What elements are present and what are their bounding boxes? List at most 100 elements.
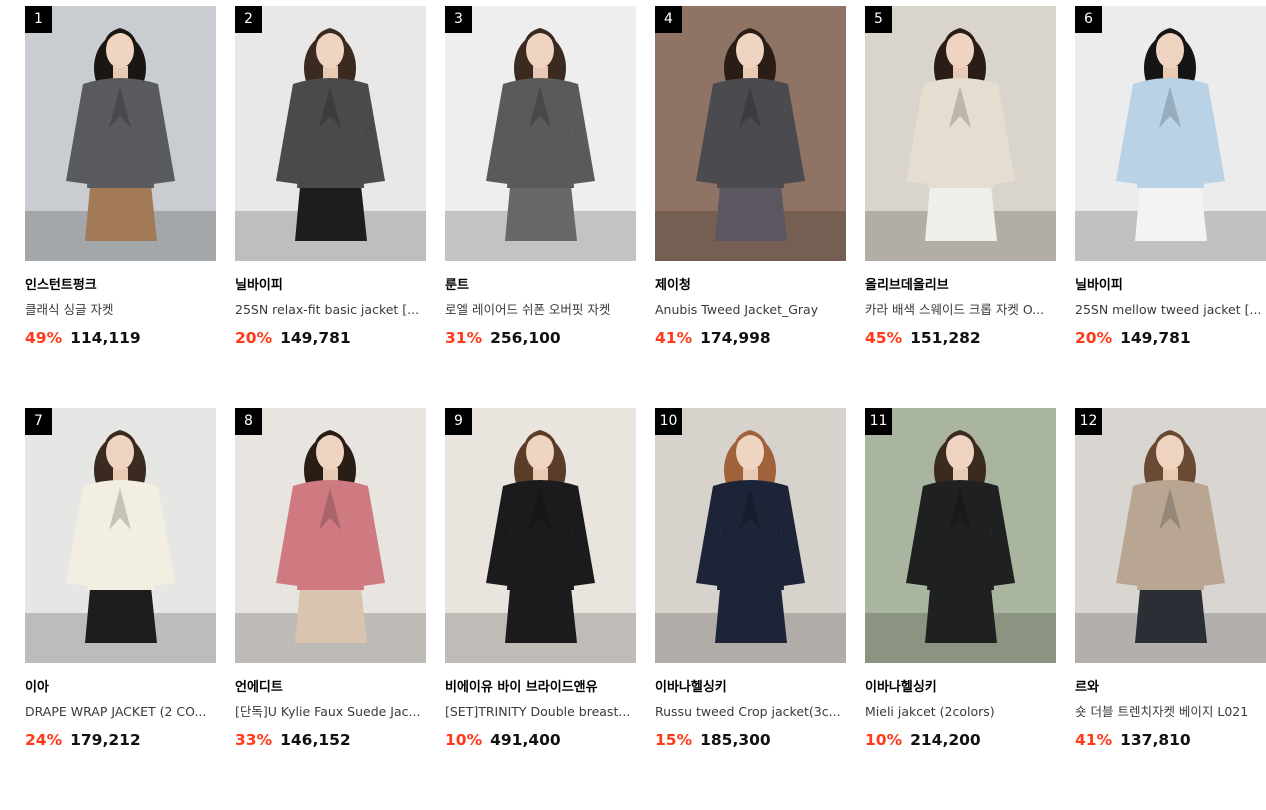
product-image[interactable]: 8	[235, 408, 426, 663]
product-image[interactable]: 12	[1075, 408, 1266, 663]
model-photo	[655, 408, 846, 663]
product-ranking-grid: 1 인스턴트펑크 클래식 싱글 자켓 49% 114,119 2 닐바이피 25…	[25, 6, 1266, 810]
product-name[interactable]: [단독]U Kylie Faux Suede Jac...	[235, 703, 426, 720]
price-row: 15% 185,300	[655, 730, 846, 750]
sale-price: 151,282	[910, 329, 981, 347]
model-photo	[1075, 6, 1266, 261]
price-row: 31% 256,100	[445, 328, 636, 348]
discount-rate: 41%	[655, 329, 693, 347]
model-photo	[445, 6, 636, 261]
product-name[interactable]: 25SN relax-fit basic jacket [...	[235, 301, 426, 318]
discount-rate: 31%	[445, 329, 483, 347]
product-name[interactable]: 클래식 싱글 자켓	[25, 301, 216, 318]
price-row: 45% 151,282	[865, 328, 1056, 348]
sale-price: 256,100	[490, 329, 561, 347]
brand-name[interactable]: 르와	[1075, 679, 1266, 696]
brand-name[interactable]: 올리브데올리브	[865, 277, 1056, 294]
product-card-2[interactable]: 2 닐바이피 25SN relax-fit basic jacket [... …	[235, 6, 426, 408]
brand-name[interactable]: 인스턴트펑크	[25, 277, 216, 294]
model-photo	[25, 408, 216, 663]
model-photo	[235, 408, 426, 663]
brand-name[interactable]: 닐바이피	[1075, 277, 1266, 294]
product-image[interactable]: 6	[1075, 6, 1266, 261]
brand-name[interactable]: 언에디트	[235, 679, 426, 696]
product-image[interactable]: 3	[445, 6, 636, 261]
price-row: 10% 214,200	[865, 730, 1056, 750]
sale-price: 491,400	[490, 731, 561, 749]
model-photo	[445, 408, 636, 663]
discount-rate: 33%	[235, 731, 273, 749]
price-row: 24% 179,212	[25, 730, 216, 750]
product-card-10[interactable]: 10 이바나헬싱키 Russu tweed Crop jacket(3c... …	[655, 408, 846, 810]
rank-badge: 4	[655, 6, 682, 33]
brand-name[interactable]: 닐바이피	[235, 277, 426, 294]
discount-rate: 20%	[1075, 329, 1113, 347]
sale-price: 214,200	[910, 731, 981, 749]
price-row: 41% 174,998	[655, 328, 846, 348]
product-image[interactable]: 5	[865, 6, 1056, 261]
product-name[interactable]: [SET]TRINITY Double breast...	[445, 703, 636, 720]
discount-rate: 45%	[865, 329, 903, 347]
product-row-2: 7 이아 DRAPE WRAP JACKET (2 CO... 24% 179,2…	[25, 408, 1266, 810]
rank-badge: 3	[445, 6, 472, 33]
product-name[interactable]: Mieli jakcet (2colors)	[865, 703, 1056, 720]
model-photo	[655, 6, 846, 261]
sale-price: 185,300	[700, 731, 771, 749]
model-photo	[235, 6, 426, 261]
product-card-1[interactable]: 1 인스턴트펑크 클래식 싱글 자켓 49% 114,119	[25, 6, 216, 408]
product-image[interactable]: 2	[235, 6, 426, 261]
product-card-7[interactable]: 7 이아 DRAPE WRAP JACKET (2 CO... 24% 179,2…	[25, 408, 216, 810]
product-row-1: 1 인스턴트펑크 클래식 싱글 자켓 49% 114,119 2 닐바이피 25…	[25, 6, 1266, 408]
model-photo	[865, 6, 1056, 261]
price-row: 49% 114,119	[25, 328, 216, 348]
discount-rate: 49%	[25, 329, 63, 347]
discount-rate: 15%	[655, 731, 693, 749]
discount-rate: 10%	[445, 731, 483, 749]
sale-price: 174,998	[700, 329, 771, 347]
product-card-9[interactable]: 9 비에이유 바이 브라이드앤유 [SET]TRINITY Double bre…	[445, 408, 636, 810]
product-image[interactable]: 4	[655, 6, 846, 261]
product-name[interactable]: 로엘 레이어드 쉬폰 오버핏 자켓	[445, 301, 636, 318]
product-card-5[interactable]: 5 올리브데올리브 카라 배색 스웨이드 크롭 자켓 O... 45% 151,2…	[865, 6, 1056, 408]
rank-badge: 1	[25, 6, 52, 33]
product-name[interactable]: 숏 더블 트렌치자켓 베이지 L021	[1075, 703, 1266, 720]
product-image[interactable]: 7	[25, 408, 216, 663]
sale-price: 179,212	[70, 731, 141, 749]
model-photo	[865, 408, 1056, 663]
product-name[interactable]: Russu tweed Crop jacket(3c...	[655, 703, 846, 720]
sale-price: 149,781	[1120, 329, 1191, 347]
product-card-3[interactable]: 3 룬트 로엘 레이어드 쉬폰 오버핏 자켓 31% 256,100	[445, 6, 636, 408]
price-row: 41% 137,810	[1075, 730, 1266, 750]
product-name[interactable]: Anubis Tweed Jacket_Gray	[655, 301, 846, 318]
price-row: 20% 149,781	[1075, 328, 1266, 348]
product-card-12[interactable]: 12 르와 숏 더블 트렌치자켓 베이지 L021 41% 137,810	[1075, 408, 1266, 810]
product-card-6[interactable]: 6 닐바이피 25SN mellow tweed jacket [... 20%…	[1075, 6, 1266, 408]
product-card-8[interactable]: 8 언에디트 [단독]U Kylie Faux Suede Jac... 33%…	[235, 408, 426, 810]
brand-name[interactable]: 이아	[25, 679, 216, 696]
product-image[interactable]: 9	[445, 408, 636, 663]
discount-rate: 24%	[25, 731, 63, 749]
product-name[interactable]: 25SN mellow tweed jacket [...	[1075, 301, 1266, 318]
brand-name[interactable]: 룬트	[445, 277, 636, 294]
rank-badge: 6	[1075, 6, 1102, 33]
product-image[interactable]: 1	[25, 6, 216, 261]
rank-badge: 8	[235, 408, 262, 435]
product-card-11[interactable]: 11 이바나헬싱키 Mieli jakcet (2colors) 10% 214,…	[865, 408, 1056, 810]
brand-name[interactable]: 비에이유 바이 브라이드앤유	[445, 679, 636, 696]
product-name[interactable]: 카라 배색 스웨이드 크롭 자켓 O...	[865, 301, 1056, 318]
brand-name[interactable]: 이바나헬싱키	[655, 679, 846, 696]
product-name[interactable]: DRAPE WRAP JACKET (2 CO...	[25, 703, 216, 720]
sale-price: 137,810	[1120, 731, 1191, 749]
rank-badge: 11	[865, 408, 892, 435]
product-image[interactable]: 11	[865, 408, 1056, 663]
model-photo	[1075, 408, 1266, 663]
product-card-4[interactable]: 4 제이청 Anubis Tweed Jacket_Gray 41% 174,99…	[655, 6, 846, 408]
rank-badge: 2	[235, 6, 262, 33]
brand-name[interactable]: 제이청	[655, 277, 846, 294]
product-image[interactable]: 10	[655, 408, 846, 663]
rank-badge: 10	[655, 408, 682, 435]
model-photo	[25, 6, 216, 261]
price-row: 33% 146,152	[235, 730, 426, 750]
sale-price: 114,119	[70, 329, 141, 347]
brand-name[interactable]: 이바나헬싱키	[865, 679, 1056, 696]
